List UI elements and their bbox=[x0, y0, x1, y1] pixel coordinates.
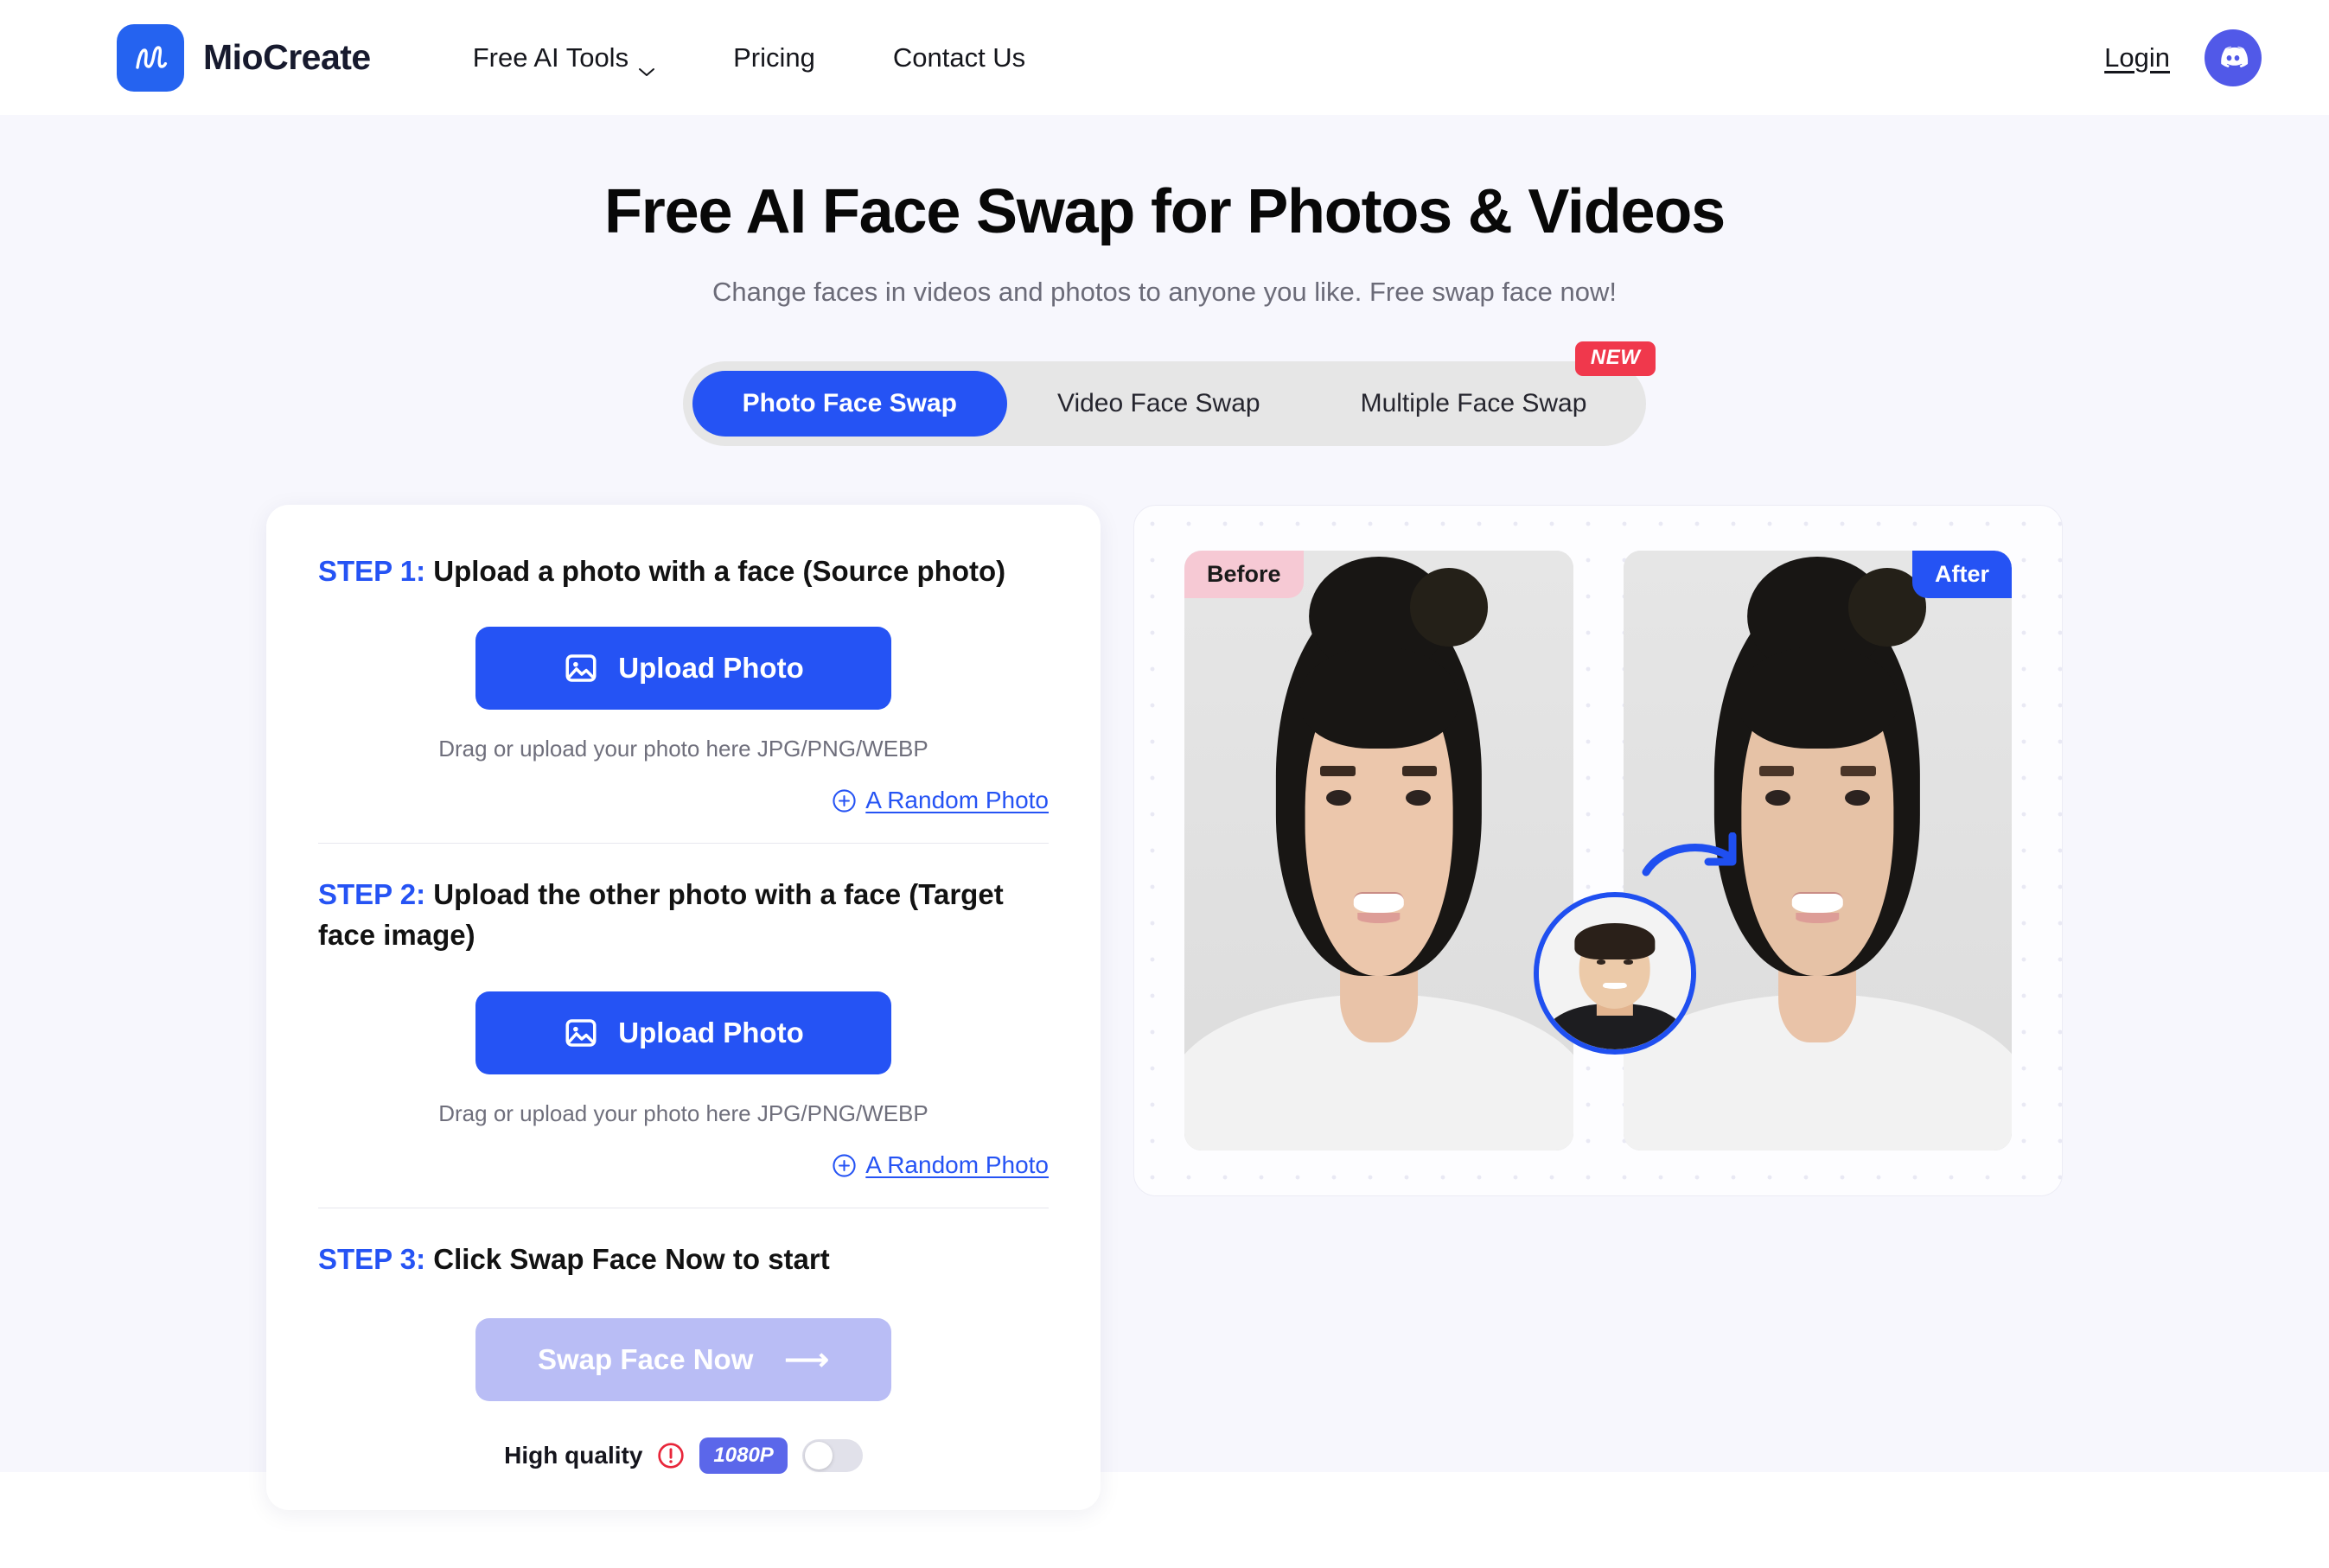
random-photo-link-target[interactable]: A Random Photo bbox=[865, 1151, 1049, 1179]
exclamation-circle-icon[interactable] bbox=[657, 1442, 685, 1469]
site-header: MioCreate Free AI Tools Pricing Contact … bbox=[0, 0, 2329, 115]
nav-label-pricing: Pricing bbox=[733, 41, 815, 73]
source-face-avatar bbox=[1533, 892, 1696, 1055]
resolution-badge: 1080P bbox=[699, 1437, 788, 1475]
step-2-hint: Drag or upload your photo here JPG/PNG/W… bbox=[438, 1100, 928, 1127]
page-subtitle: Change faces in videos and photos to any… bbox=[711, 276, 1618, 307]
preview-panel: Before After bbox=[1133, 504, 2063, 1196]
plus-circle-icon bbox=[832, 788, 857, 813]
preview-images: Before After bbox=[1184, 550, 2012, 1151]
main-nav: Free AI Tools Pricing Contact Us bbox=[472, 41, 1025, 76]
login-link[interactable]: Login bbox=[2104, 42, 2170, 73]
step-1-hint: Drag or upload your photo here JPG/PNG/W… bbox=[438, 736, 928, 762]
upload-photo-button-source[interactable]: Upload Photo bbox=[475, 627, 891, 711]
tab-label-photo: Photo Face Swap bbox=[742, 388, 957, 417]
swap-face-now-label: Swap Face Now bbox=[537, 1343, 754, 1376]
chevron-down-icon bbox=[638, 53, 655, 76]
swap-face-now-button[interactable]: Swap Face Now ⟶ bbox=[475, 1318, 891, 1402]
step-3-swap-row: Swap Face Now ⟶ bbox=[318, 1318, 1049, 1402]
step-1-random-row: A Random Photo bbox=[318, 787, 1049, 814]
m-script-logo-icon bbox=[117, 23, 184, 92]
tab-label-video: Video Face Swap bbox=[1056, 388, 1260, 417]
step-1-upload-row: Upload Photo bbox=[318, 627, 1049, 711]
upload-photo-button-target[interactable]: Upload Photo bbox=[475, 991, 891, 1075]
high-quality-label: High quality bbox=[504, 1442, 643, 1469]
high-quality-toggle[interactable] bbox=[801, 1439, 863, 1473]
step-1-heading: STEP 1: Upload a photo with a face (Sour… bbox=[318, 551, 1049, 592]
arrow-right-icon: ⟶ bbox=[784, 1342, 829, 1378]
step-2-random-row: A Random Photo bbox=[318, 1151, 1049, 1179]
tab-multiple-face-swap[interactable]: Multiple Face Swap NEW bbox=[1311, 341, 1656, 437]
image-upload-icon bbox=[565, 654, 597, 683]
tab-photo-face-swap[interactable]: Photo Face Swap bbox=[692, 370, 1007, 437]
nav-label-contact-us: Contact Us bbox=[892, 41, 1026, 73]
step-3-heading: STEP 3: Click Swap Face Now to start bbox=[318, 1240, 1049, 1280]
after-label: After bbox=[1911, 550, 2012, 598]
step-1-text: Upload a photo with a face (Source photo… bbox=[425, 554, 1006, 587]
upload-photo-label-source: Upload Photo bbox=[618, 652, 804, 685]
tab-label-multiple: Multiple Face Swap bbox=[1360, 388, 1587, 417]
before-image: Before bbox=[1184, 550, 1573, 1151]
before-label: Before bbox=[1184, 550, 1304, 598]
hero-section: Free AI Face Swap for Photos & Videos Ch… bbox=[0, 115, 2329, 1511]
brand-logo-link[interactable]: MioCreate bbox=[117, 23, 371, 92]
step-divider-1 bbox=[318, 843, 1049, 845]
nav-item-contact-us[interactable]: Contact Us bbox=[893, 42, 1025, 73]
toggle-knob bbox=[804, 1442, 833, 1470]
main-content: STEP 1: Upload a photo with a face (Sour… bbox=[0, 504, 2329, 1511]
tab-video-face-swap[interactable]: Video Face Swap bbox=[1007, 371, 1311, 437]
before-portrait bbox=[1184, 550, 1573, 1151]
plus-circle-icon bbox=[832, 1153, 857, 1178]
nav-item-free-ai-tools[interactable]: Free AI Tools bbox=[472, 41, 655, 76]
step-1-number: STEP 1: bbox=[318, 554, 426, 587]
header-actions: Login bbox=[2104, 29, 2262, 86]
after-portrait bbox=[1623, 550, 2012, 1151]
step-2-upload-row: Upload Photo bbox=[318, 991, 1049, 1075]
new-badge: NEW bbox=[1563, 341, 1656, 376]
mode-tabs: Photo Face Swap Video Face Swap Multiple… bbox=[682, 341, 1656, 446]
tabs-container: Photo Face Swap Video Face Swap Multiple… bbox=[0, 341, 2329, 446]
image-upload-icon bbox=[565, 1019, 597, 1047]
nav-label-free-ai-tools: Free AI Tools bbox=[472, 41, 629, 73]
after-image: After bbox=[1623, 550, 2012, 1151]
quality-settings-row: High quality 1080P bbox=[318, 1437, 1049, 1475]
discord-icon[interactable] bbox=[2205, 29, 2262, 86]
steps-card: STEP 1: Upload a photo with a face (Sour… bbox=[266, 504, 1101, 1511]
step-3-number: STEP 3: bbox=[318, 1243, 426, 1276]
page-title: Free AI Face Swap for Photos & Videos bbox=[604, 177, 1726, 246]
step-2-number: STEP 2: bbox=[318, 878, 426, 911]
nav-item-pricing[interactable]: Pricing bbox=[733, 42, 815, 73]
step-2-heading: STEP 2: Upload the other photo with a fa… bbox=[318, 875, 1049, 956]
brand-name: MioCreate bbox=[203, 37, 371, 77]
step-3-text: Click Swap Face Now to start bbox=[425, 1243, 830, 1276]
upload-photo-label-target: Upload Photo bbox=[618, 1017, 804, 1049]
random-photo-link-source[interactable]: A Random Photo bbox=[865, 787, 1049, 814]
